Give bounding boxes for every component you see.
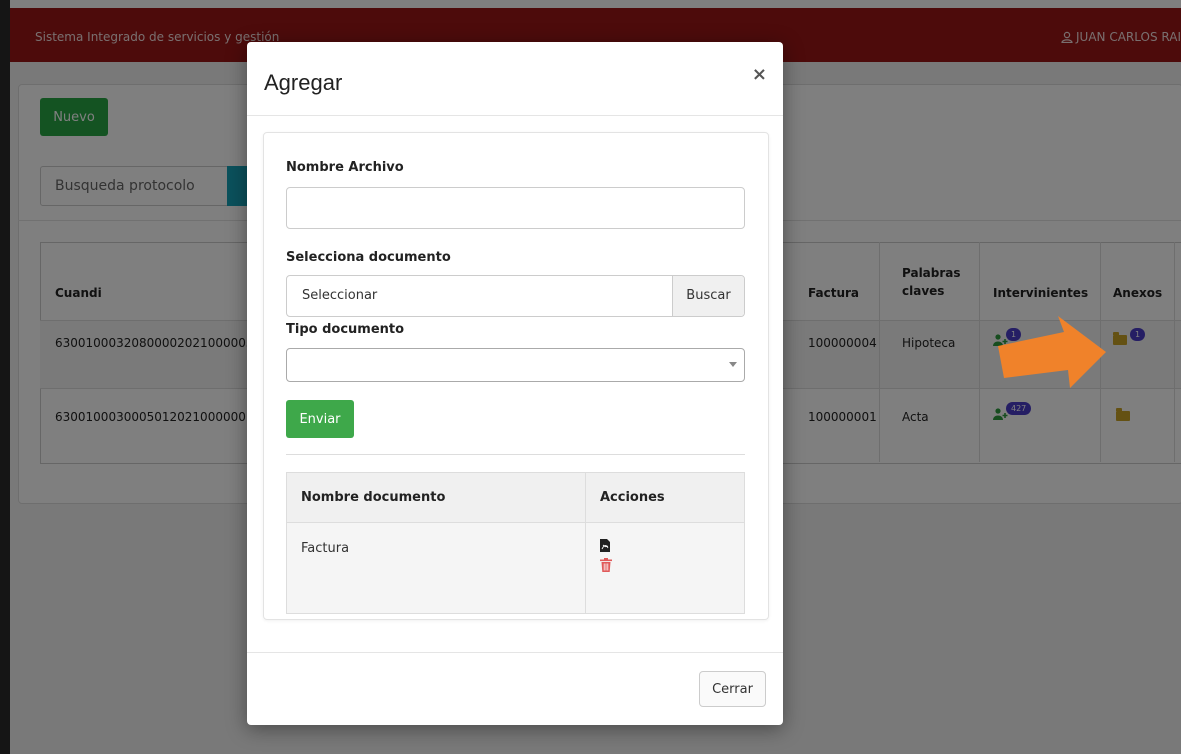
chevron-down-icon — [729, 362, 737, 367]
tipo-documento-select[interactable] — [286, 348, 745, 382]
cerrar-button[interactable]: Cerrar — [699, 671, 766, 707]
actions-cell — [585, 522, 745, 614]
trash-icon[interactable] — [600, 558, 612, 572]
header-nombre-documento: Nombre documento — [286, 472, 586, 523]
modal-header-divider — [247, 115, 783, 116]
table-header-row: Nombre documento Acciones — [286, 472, 745, 523]
document-name-cell: Factura — [286, 522, 586, 614]
add-document-modal: Agregar × Nombre Archivo Selecciona docu… — [247, 42, 783, 725]
file-input-text: Seleccionar — [302, 288, 378, 303]
selecciona-documento-label: Selecciona documento — [286, 250, 451, 265]
form-divider — [286, 454, 745, 455]
nombre-archivo-input[interactable] — [286, 187, 745, 229]
file-input[interactable]: Seleccionar Buscar — [286, 275, 745, 317]
header-acciones: Acciones — [585, 472, 745, 523]
modal-title: Agregar — [264, 70, 343, 95]
close-icon[interactable]: × — [752, 64, 767, 85]
buscar-button[interactable]: Buscar — [672, 276, 744, 316]
nombre-archivo-label: Nombre Archivo — [286, 160, 404, 175]
annotation-arrow-icon — [998, 316, 1106, 388]
modal-form-card: Nombre Archivo Selecciona documento Sele… — [263, 132, 769, 620]
pdf-icon[interactable] — [600, 539, 610, 552]
table-row: Factura — [286, 522, 745, 614]
enviar-button[interactable]: Enviar — [286, 400, 354, 438]
tipo-documento-label: Tipo documento — [286, 322, 405, 337]
modal-footer-divider — [247, 652, 783, 653]
documents-table: Nombre documento Acciones Factura — [286, 472, 745, 614]
